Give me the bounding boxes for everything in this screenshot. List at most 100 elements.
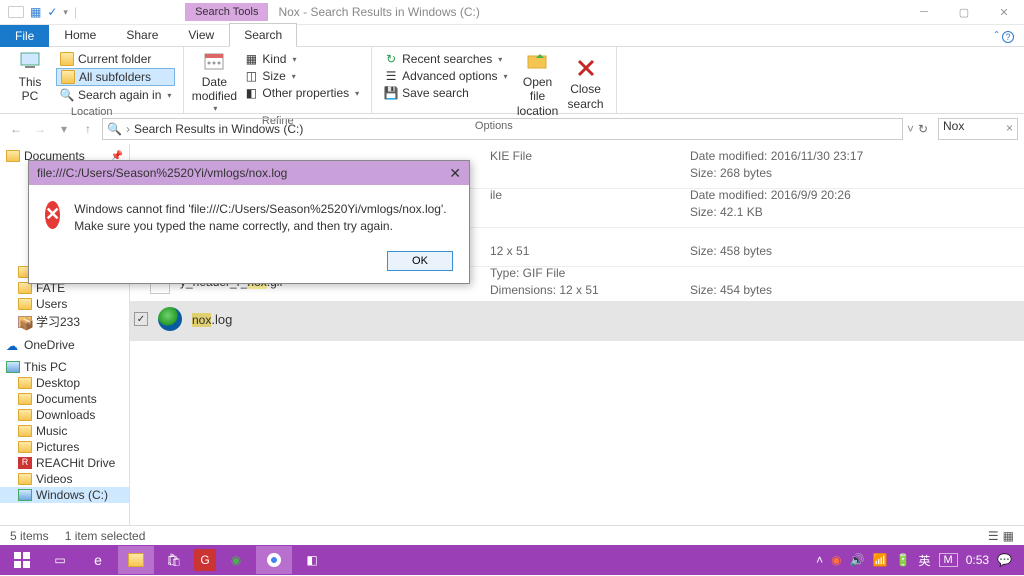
tree-zip[interactable]: 📦学习233 bbox=[0, 312, 129, 331]
app-red-button[interactable]: G bbox=[194, 549, 216, 571]
app-icon bbox=[8, 6, 24, 18]
qat-props-icon[interactable]: ▦ bbox=[30, 5, 41, 19]
close-button[interactable]: ✕ bbox=[984, 0, 1024, 25]
tab-home[interactable]: Home bbox=[49, 23, 111, 47]
tree-documents[interactable]: Documents bbox=[0, 391, 129, 407]
group-location: This PC Current folder All subfolders 🔍S… bbox=[0, 47, 184, 113]
cloud-icon: ☁ bbox=[6, 339, 20, 351]
tab-file[interactable]: File bbox=[0, 25, 49, 47]
back-button[interactable]: ← bbox=[6, 119, 26, 139]
ribbon: This PC Current folder All subfolders 🔍S… bbox=[0, 46, 1024, 114]
ok-button[interactable]: OK bbox=[387, 251, 453, 271]
view-details-icon[interactable]: ☰ bbox=[988, 529, 999, 543]
tree-desktop[interactable]: Desktop bbox=[0, 375, 129, 391]
zip-icon: 📦 bbox=[18, 316, 32, 328]
tab-search[interactable]: Search bbox=[229, 23, 297, 47]
folder-icon bbox=[128, 553, 144, 567]
breadcrumb-segment[interactable]: Search Results in Windows (C:) bbox=[134, 122, 303, 136]
system-tray: ˄ ◉ 🔊 📶 🔋 英 M 0:53 💬 bbox=[816, 552, 1020, 569]
open-file-location-btn[interactable]: Open file location bbox=[516, 49, 560, 118]
address-bar[interactable]: 🔍 › Search Results in Windows (C:) bbox=[102, 118, 903, 140]
search-input[interactable]: Nox× bbox=[938, 118, 1018, 140]
tree-videos[interactable]: Videos bbox=[0, 471, 129, 487]
checkbox[interactable]: ✓ bbox=[134, 312, 148, 326]
tree-downloads[interactable]: Downloads bbox=[0, 407, 129, 423]
view-thumbs-icon[interactable]: ▦ bbox=[1003, 529, 1014, 543]
search-icon: 🔍 bbox=[107, 122, 122, 136]
tab-share[interactable]: Share bbox=[111, 23, 173, 47]
search-again-btn[interactable]: 🔍Search again in▾ bbox=[56, 87, 175, 103]
result-row-selected[interactable]: ✓ nox.log bbox=[130, 301, 1024, 341]
contextual-tab-group: Search Tools bbox=[185, 3, 268, 21]
app-button[interactable]: ◧ bbox=[294, 546, 330, 574]
nav-row: ← → ▾ ↑ 🔍 › Search Results in Windows (C… bbox=[0, 114, 1024, 144]
dropdown-icon[interactable]: ˅ bbox=[907, 122, 914, 136]
folder-icon bbox=[61, 70, 75, 84]
selection-count: 1 item selected bbox=[65, 529, 146, 543]
dialog-titlebar[interactable]: file:///C:/Users/Season%2520Yi/vmlogs/no… bbox=[29, 161, 469, 185]
up-button[interactable]: ↑ bbox=[78, 119, 98, 139]
close-search-btn[interactable]: Close search bbox=[564, 49, 608, 118]
store-button[interactable]: 🛍 bbox=[156, 546, 192, 574]
qat-sep: | bbox=[74, 5, 77, 19]
forward-button[interactable]: → bbox=[30, 119, 50, 139]
titlebar: ▦ ✓ ▾ | Search Tools Nox - Search Result… bbox=[0, 0, 1024, 25]
history-dropdown[interactable]: ▾ bbox=[54, 119, 74, 139]
explorer-button[interactable] bbox=[118, 546, 154, 574]
kind-btn[interactable]: ▦Kind▾ bbox=[240, 51, 363, 67]
clear-search-icon[interactable]: × bbox=[1006, 121, 1013, 135]
task-view-button[interactable]: ▭ bbox=[42, 546, 78, 574]
save-search-btn[interactable]: 💾Save search bbox=[380, 85, 511, 101]
calendar-icon bbox=[202, 49, 226, 73]
kind-icon: ▦ bbox=[244, 52, 258, 66]
group-options: ↻Recent searches▾ ☰Advanced options▾ 💾Sa… bbox=[372, 47, 616, 113]
tree-thispc[interactable]: This PC bbox=[0, 359, 129, 375]
tree-windowsc[interactable]: Windows (C:) bbox=[0, 487, 129, 503]
edge-button[interactable]: e bbox=[80, 546, 116, 574]
props-icon: ◧ bbox=[244, 86, 258, 100]
tray-wifi[interactable]: 📶 bbox=[873, 553, 888, 567]
tree-users[interactable]: Users bbox=[0, 296, 129, 312]
tree-music[interactable]: Music bbox=[0, 423, 129, 439]
maximize-button[interactable]: ▢ bbox=[944, 0, 984, 25]
tab-view[interactable]: View bbox=[173, 23, 229, 47]
tray-overflow[interactable]: ˄ bbox=[816, 553, 823, 567]
tray-volume[interactable]: 🔊 bbox=[850, 553, 865, 567]
recent-searches-btn[interactable]: ↻Recent searches▾ bbox=[380, 51, 511, 67]
ime-mode[interactable]: M bbox=[939, 553, 958, 567]
folder-icon bbox=[60, 52, 74, 66]
tree-reachitdrive[interactable]: RREACHit Drive bbox=[0, 455, 129, 471]
tray-network[interactable]: ◉ bbox=[831, 553, 841, 567]
ime-lang[interactable]: 英 bbox=[919, 552, 931, 569]
dialog-close-button[interactable]: ✕ bbox=[449, 165, 461, 182]
notifications-button[interactable]: 💬 bbox=[997, 553, 1012, 567]
context-tab-search: Search Tools bbox=[185, 3, 268, 21]
ribbon-collapse[interactable]: ˆ ? bbox=[985, 25, 1024, 47]
folder-icon bbox=[18, 298, 32, 310]
start-button[interactable] bbox=[4, 546, 40, 574]
clock[interactable]: 0:53 bbox=[966, 553, 989, 567]
file-name: nox.log bbox=[192, 312, 232, 327]
qat-dropdown[interactable]: ▾ bbox=[63, 7, 68, 18]
refresh-button[interactable]: ↻ bbox=[918, 122, 934, 136]
this-pc-button[interactable]: This PC bbox=[8, 49, 52, 104]
date-modified-btn[interactable]: Date modified▾ bbox=[192, 49, 236, 113]
chrome-button[interactable] bbox=[256, 546, 292, 574]
tray-battery[interactable]: 🔋 bbox=[896, 553, 911, 567]
recent-icon: ↻ bbox=[384, 52, 398, 66]
window-title: Nox - Search Results in Windows (C:) bbox=[268, 5, 479, 19]
size-btn[interactable]: ◫Size▾ bbox=[240, 68, 363, 84]
qat-new-icon[interactable]: ✓ bbox=[47, 5, 57, 19]
minimize-button[interactable]: ─ bbox=[904, 0, 944, 25]
current-folder-btn[interactable]: Current folder bbox=[56, 51, 175, 67]
list-icon: ☰ bbox=[384, 69, 398, 83]
app-green-button[interactable]: ◉ bbox=[218, 546, 254, 574]
other-props-btn[interactable]: ◧Other properties▾ bbox=[240, 85, 363, 101]
all-subfolders-btn[interactable]: All subfolders bbox=[56, 68, 175, 86]
pc-icon bbox=[6, 361, 20, 373]
pc-icon bbox=[18, 49, 42, 73]
tree-onedrive[interactable]: ☁OneDrive bbox=[0, 337, 129, 353]
advanced-options-btn[interactable]: ☰Advanced options▾ bbox=[380, 68, 511, 84]
tree-pictures[interactable]: Pictures bbox=[0, 439, 129, 455]
item-count: 5 items bbox=[10, 529, 49, 543]
